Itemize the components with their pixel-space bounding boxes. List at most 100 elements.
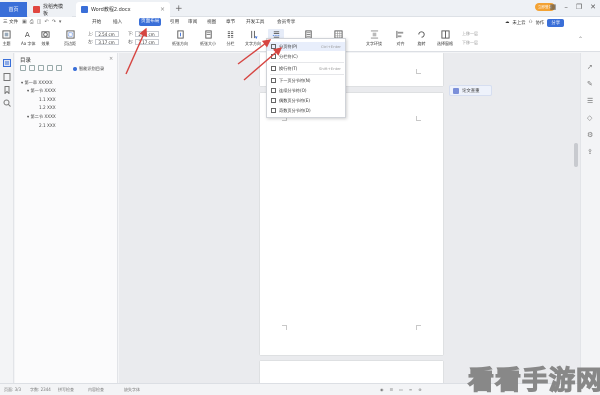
close-pane-icon[interactable]: × bbox=[109, 56, 113, 62]
outline-view-icon[interactable]: ≡ bbox=[409, 387, 412, 392]
text-direction-button[interactable]: 文字方向 bbox=[245, 30, 261, 47]
margin-bottom-value[interactable]: 2.54 cm bbox=[135, 31, 160, 37]
theme-button[interactable]: 主题 bbox=[2, 30, 11, 47]
dropdown-separator bbox=[270, 62, 344, 63]
toc-icon[interactable] bbox=[3, 59, 11, 67]
bring-forward-button[interactable]: 上移一层 bbox=[462, 31, 478, 37]
tab-template[interactable]: 找稻壳模板 bbox=[28, 2, 72, 17]
page-next[interactable] bbox=[260, 361, 443, 383]
tab-developer[interactable]: 开发工具 bbox=[246, 19, 264, 25]
web-view-icon[interactable]: ⊕ bbox=[418, 387, 421, 392]
align-button[interactable]: 对齐 bbox=[396, 30, 405, 47]
font-button[interactable]: A Aa 字体 bbox=[21, 30, 35, 47]
shape-icon[interactable]: ◇ bbox=[587, 114, 592, 122]
maximize-icon[interactable]: ❐ bbox=[576, 3, 582, 11]
page-current[interactable] bbox=[260, 93, 443, 355]
toc-item[interactable]: 2.1 XXX bbox=[39, 123, 56, 128]
collapse-all-icon[interactable] bbox=[29, 65, 35, 71]
page-break-item[interactable]: 分页符(P) Ctrl+Enter bbox=[267, 42, 345, 51]
unsync-button[interactable]: 未上云 bbox=[512, 20, 525, 26]
tab-insert[interactable]: 插入 bbox=[113, 19, 122, 25]
page-count[interactable]: 页面: 3/3 bbox=[4, 387, 21, 393]
columns-button[interactable]: 分栏 bbox=[226, 30, 235, 47]
list-view-icon[interactable]: ☰ bbox=[390, 387, 394, 392]
orientation-button[interactable]: 纸张方向 bbox=[172, 30, 188, 47]
share-icon[interactable]: ⇪ bbox=[587, 148, 593, 156]
toc-item[interactable]: 1.1 XXX bbox=[39, 97, 56, 102]
word-count[interactable]: 字数: 2344 bbox=[30, 387, 51, 393]
new-tab-button[interactable]: + bbox=[175, 4, 183, 14]
margin-top-field[interactable]: 上: 2.54 cm bbox=[88, 31, 120, 37]
file-menu[interactable]: 三 文件 bbox=[3, 19, 18, 25]
paper-size-button[interactable]: 纸张大小 bbox=[200, 30, 216, 47]
tab-start[interactable]: 开始 bbox=[92, 19, 101, 25]
smart-toc-icon bbox=[73, 67, 77, 71]
tab-member[interactable]: 会员专享 bbox=[277, 19, 295, 25]
margin-bottom-field[interactable]: 下: 2.54 cm bbox=[128, 31, 160, 37]
effects-label: 效果 bbox=[41, 41, 50, 46]
margin-left-field[interactable]: 左: 3.17 cm bbox=[88, 39, 120, 45]
preview-icon[interactable]: ◫ bbox=[37, 19, 42, 25]
tab-view[interactable]: 视图 bbox=[207, 19, 216, 25]
home-tab[interactable]: 首页 bbox=[0, 2, 27, 17]
margin-right-value[interactable]: 3.17 cm bbox=[135, 39, 160, 45]
settings-icon[interactable]: ⚙ bbox=[587, 131, 593, 139]
toc-item[interactable]: 1.2 XXX bbox=[39, 105, 56, 110]
eye-icon[interactable]: ◉ bbox=[380, 387, 384, 392]
tab-review[interactable]: 审阅 bbox=[188, 19, 197, 25]
toc-item[interactable]: ▾ 第二节 XXXX bbox=[27, 114, 56, 120]
collab-button[interactable]: 协作 bbox=[536, 20, 545, 26]
expand-all-icon[interactable] bbox=[20, 65, 26, 71]
missing-font[interactable]: 缺失字体 bbox=[124, 387, 140, 393]
rotate-button[interactable]: 旋转 bbox=[417, 30, 426, 47]
print-icon[interactable]: ⎙ bbox=[30, 19, 34, 25]
send-icon[interactable]: ➚ bbox=[587, 63, 593, 71]
next-page-section-item[interactable]: 下一页分节符(N) bbox=[267, 76, 345, 85]
search-icon[interactable] bbox=[3, 99, 11, 107]
margin-left-value[interactable]: 3.17 cm bbox=[95, 39, 120, 45]
more-icon[interactable]: ▾ bbox=[59, 19, 62, 25]
plagiarism-check-tag[interactable]: 论文查重 bbox=[449, 85, 492, 96]
send-backward-button[interactable]: 下移一层 bbox=[462, 40, 478, 46]
column-break-item[interactable]: 分栏符(C) bbox=[267, 52, 345, 61]
undo-icon[interactable]: ↶ bbox=[44, 19, 48, 25]
demote-icon[interactable] bbox=[56, 65, 62, 71]
tab-page-layout[interactable]: 页面布局 bbox=[139, 18, 162, 26]
smart-toc-button[interactable]: 智能识别目录 bbox=[73, 66, 104, 72]
selection-pane-button[interactable]: 选择窗格 bbox=[437, 30, 453, 47]
rotate-icon bbox=[418, 31, 425, 38]
page-view-icon[interactable]: ▭ bbox=[399, 387, 403, 392]
effects-button[interactable]: 效果 bbox=[41, 30, 50, 47]
close-tab-icon[interactable]: × bbox=[160, 6, 165, 13]
margin-top-value[interactable]: 2.54 cm bbox=[95, 31, 120, 37]
toc-item[interactable]: ▾ 第一章 XXXXX bbox=[21, 80, 53, 86]
line-break-item[interactable]: 换行符(T) Shift+Enter bbox=[267, 64, 345, 73]
minimize-icon[interactable]: – bbox=[564, 3, 568, 11]
close-window-icon[interactable]: ✕ bbox=[590, 3, 596, 11]
odd-page-section-item[interactable]: 奇数页分节符(D) bbox=[267, 106, 345, 115]
content-check[interactable]: 内容检查 bbox=[88, 387, 104, 393]
share-button[interactable]: 分享 bbox=[547, 18, 565, 27]
grid-icon[interactable]: ▦ bbox=[550, 3, 557, 11]
document-area[interactable] bbox=[119, 53, 580, 383]
spell-check[interactable]: 拼写检查 bbox=[58, 387, 74, 393]
pen-icon[interactable]: ✎ bbox=[587, 80, 593, 88]
add-heading-icon[interactable] bbox=[38, 65, 44, 71]
tab-references[interactable]: 引用 bbox=[170, 19, 179, 25]
text-wrap-button[interactable]: 文字环绕 bbox=[366, 30, 382, 47]
bookmark-icon[interactable] bbox=[3, 86, 11, 94]
margin-right-field[interactable]: 右: 3.17 cm bbox=[128, 39, 160, 45]
redo-icon[interactable]: ↷ bbox=[52, 19, 56, 25]
continuous-section-item[interactable]: 连续分节符(O) bbox=[267, 86, 345, 95]
promote-icon[interactable] bbox=[47, 65, 53, 71]
toc-item[interactable]: ▾ 第一节 XXXX bbox=[27, 88, 56, 94]
save-icon[interactable]: ▣ bbox=[22, 19, 27, 25]
tab-document[interactable]: Word教程2.docx × bbox=[76, 2, 170, 17]
ribbon-collapse-icon[interactable]: ⌃ bbox=[578, 36, 583, 43]
vertical-scrollbar[interactable] bbox=[574, 143, 578, 167]
margins-button[interactable]: 页边距 bbox=[64, 30, 76, 47]
even-page-section-item[interactable]: 偶数页分节符(E) bbox=[267, 96, 345, 105]
sliders-icon[interactable]: ☰ bbox=[587, 97, 593, 105]
tab-chapter[interactable]: 章节 bbox=[226, 19, 235, 25]
pages-icon[interactable] bbox=[3, 73, 11, 81]
